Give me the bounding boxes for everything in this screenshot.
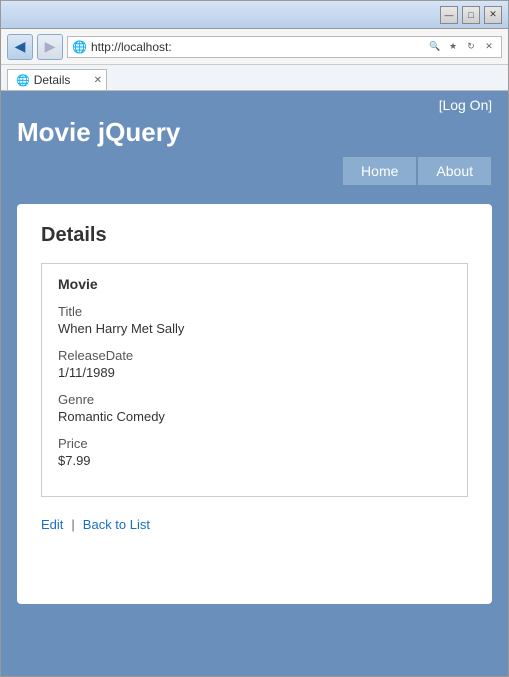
field-release-date-label: ReleaseDate (58, 348, 451, 363)
field-genre-value: Romantic Comedy (58, 409, 451, 424)
field-price-label: Price (58, 436, 451, 451)
title-bar: — □ ✕ (1, 1, 508, 29)
browser-tab[interactable]: 🌐 Details ✕ (7, 69, 107, 90)
app-title: Movie jQuery (17, 117, 492, 148)
action-links: Edit | Back to List (41, 517, 468, 532)
title-bar-buttons: — □ ✕ (440, 6, 502, 24)
field-title-label: Title (58, 304, 451, 319)
tab-bar: 🌐 Details ✕ (1, 65, 508, 91)
address-text: http://localhost: (91, 40, 425, 54)
tab-favicon: 🌐 (16, 74, 30, 87)
forward-button[interactable]: ▶ (37, 34, 63, 60)
page-title: Details (41, 224, 468, 247)
stop-icon[interactable]: ✕ (481, 39, 497, 55)
login-link[interactable]: Log On (442, 97, 488, 113)
login-bracket-close: ] (488, 98, 492, 113)
field-title-value: When Harry Met Sally (58, 321, 451, 336)
back-to-list-link[interactable]: Back to List (83, 517, 150, 532)
content-card: Details Movie Title When Harry Met Sally… (17, 204, 492, 604)
address-actions: 🔍 ★ ↻ ✕ (427, 39, 497, 55)
nav-home[interactable]: Home (342, 156, 417, 186)
field-price: Price $7.99 (58, 436, 451, 468)
nav-bar: Home About (17, 156, 492, 186)
star-icon[interactable]: ★ (445, 39, 461, 55)
details-box-title: Movie (58, 276, 451, 292)
field-genre: Genre Romantic Comedy (58, 392, 451, 424)
browser-window: — □ ✕ ◀ ▶ 🌐 http://localhost: 🔍 ★ ↻ ✕ 🌐 … (0, 0, 509, 677)
field-genre-label: Genre (58, 392, 451, 407)
field-release-date-value: 1/11/1989 (58, 365, 451, 380)
field-title: Title When Harry Met Sally (58, 304, 451, 336)
header-top: [ Log On ] (17, 97, 492, 113)
address-bar: ◀ ▶ 🌐 http://localhost: 🔍 ★ ↻ ✕ (1, 29, 508, 65)
app-body: Details Movie Title When Harry Met Sally… (1, 194, 508, 676)
refresh-icon[interactable]: ↻ (463, 39, 479, 55)
close-button[interactable]: ✕ (484, 6, 502, 24)
back-button[interactable]: ◀ (7, 34, 33, 60)
app-container: [ Log On ] Movie jQuery Home About Detai… (1, 91, 508, 676)
link-separator: | (71, 517, 74, 532)
minimize-button[interactable]: — (440, 6, 458, 24)
app-header: [ Log On ] Movie jQuery Home About (1, 91, 508, 194)
field-release-date: ReleaseDate 1/11/1989 (58, 348, 451, 380)
tab-label: Details (34, 73, 71, 87)
edit-link[interactable]: Edit (41, 517, 63, 532)
maximize-button[interactable]: □ (462, 6, 480, 24)
address-favicon: 🌐 (72, 40, 87, 54)
details-box: Movie Title When Harry Met Sally Release… (41, 263, 468, 497)
nav-about[interactable]: About (417, 156, 492, 186)
field-price-value: $7.99 (58, 453, 451, 468)
tab-close-button[interactable]: ✕ (94, 75, 102, 86)
address-input[interactable]: 🌐 http://localhost: 🔍 ★ ↻ ✕ (67, 36, 502, 58)
search-icon[interactable]: 🔍 (427, 39, 443, 55)
